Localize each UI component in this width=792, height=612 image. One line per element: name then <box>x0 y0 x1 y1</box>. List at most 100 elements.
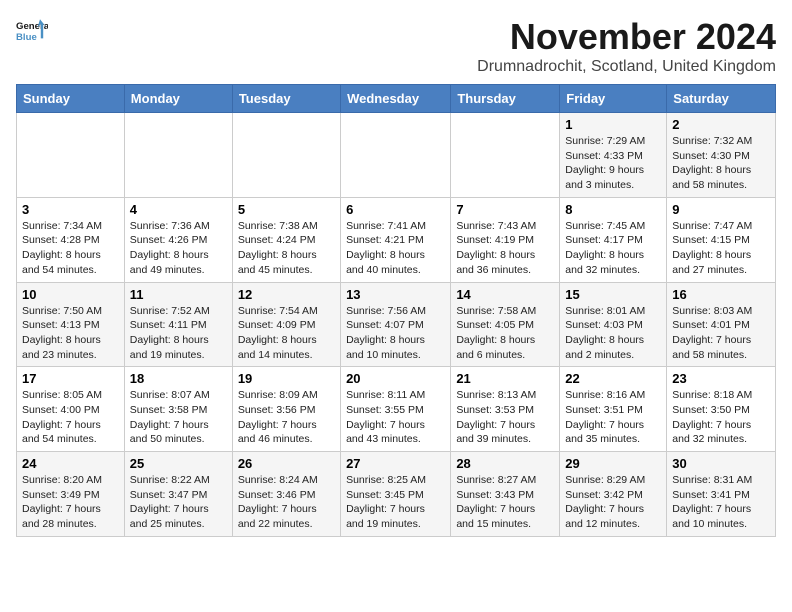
title-area: November 2024 Drumnadrochit, Scotland, U… <box>477 16 776 76</box>
calendar-cell: 11 Sunrise: 7:52 AM Sunset: 4:11 PM Dayli… <box>124 282 232 367</box>
day-info: Sunrise: 7:38 AM Sunset: 4:24 PM Dayligh… <box>238 219 335 278</box>
calendar-cell: 9Sunrise: 7:47 AM Sunset: 4:15 PM Daylig… <box>667 197 776 282</box>
day-number: 29 <box>565 456 661 471</box>
day-header-friday: Friday <box>560 85 667 113</box>
calendar-cell: 15 Sunrise: 8:01 AM Sunset: 4:03 PM Dayli… <box>560 282 667 367</box>
day-number: 24 <box>22 456 119 471</box>
calendar-cell <box>124 113 232 198</box>
day-number: 30 <box>672 456 770 471</box>
day-number: 19 <box>238 371 335 386</box>
calendar-cell: 30 Sunrise: 8:31 AM Sunset: 3:41 PM Dayli… <box>667 452 776 537</box>
day-info: Sunrise: 8:29 AM Sunset: 3:42 PM Dayligh… <box>565 473 661 532</box>
day-info: Sunrise: 8:03 AM Sunset: 4:01 PM Dayligh… <box>672 304 770 363</box>
calendar-cell <box>451 113 560 198</box>
calendar-cell <box>17 113 125 198</box>
calendar-table: SundayMondayTuesdayWednesdayThursdayFrid… <box>16 84 776 537</box>
location-title: Drumnadrochit, Scotland, United Kingdom <box>477 58 776 76</box>
day-number: 27 <box>346 456 445 471</box>
day-number: 7 <box>456 202 554 217</box>
calendar-cell: 10Sunrise: 7:50 AM Sunset: 4:13 PM Dayli… <box>17 282 125 367</box>
day-info: Sunrise: 7:36 AM Sunset: 4:26 PM Dayligh… <box>130 219 227 278</box>
page-header: GeneralBlue November 2024 Drumnadrochit,… <box>16 16 776 76</box>
day-number: 23 <box>672 371 770 386</box>
day-number: 4 <box>130 202 227 217</box>
day-info: Sunrise: 8:22 AM Sunset: 3:47 PM Dayligh… <box>130 473 227 532</box>
calendar-cell: 12 Sunrise: 7:54 AM Sunset: 4:09 PM Dayli… <box>232 282 340 367</box>
day-info: Sunrise: 8:24 AM Sunset: 3:46 PM Dayligh… <box>238 473 335 532</box>
day-number: 15 <box>565 287 661 302</box>
day-number: 6 <box>346 202 445 217</box>
calendar-cell: 5 Sunrise: 7:38 AM Sunset: 4:24 PM Daylig… <box>232 197 340 282</box>
calendar-cell: 18Sunrise: 8:07 AM Sunset: 3:58 PM Dayli… <box>124 367 232 452</box>
day-info: Sunrise: 8:20 AM Sunset: 3:49 PM Dayligh… <box>22 473 119 532</box>
day-number: 5 <box>238 202 335 217</box>
day-number: 12 <box>238 287 335 302</box>
day-info: Sunrise: 7:32 AM Sunset: 4:30 PM Dayligh… <box>672 134 770 193</box>
day-number: 26 <box>238 456 335 471</box>
calendar-cell: 14 Sunrise: 7:58 AM Sunset: 4:05 PM Dayli… <box>451 282 560 367</box>
day-number: 14 <box>456 287 554 302</box>
calendar-cell: 2 Sunrise: 7:32 AM Sunset: 4:30 PM Daylig… <box>667 113 776 198</box>
calendar-cell: 7 Sunrise: 7:43 AM Sunset: 4:19 PM Daylig… <box>451 197 560 282</box>
day-info: Sunrise: 7:52 AM Sunset: 4:11 PM Dayligh… <box>130 304 227 363</box>
calendar-cell: 29 Sunrise: 8:29 AM Sunset: 3:42 PM Dayli… <box>560 452 667 537</box>
calendar-cell: 24 Sunrise: 8:20 AM Sunset: 3:49 PM Dayli… <box>17 452 125 537</box>
day-info: Sunrise: 7:58 AM Sunset: 4:05 PM Dayligh… <box>456 304 554 363</box>
day-number: 16 <box>672 287 770 302</box>
day-number: 17 <box>22 371 119 386</box>
calendar-cell: 1 Sunrise: 7:29 AM Sunset: 4:33 PM Daylig… <box>560 113 667 198</box>
day-info: Sunrise: 8:01 AM Sunset: 4:03 PM Dayligh… <box>565 304 661 363</box>
day-info: Sunrise: 8:16 AM Sunset: 3:51 PM Dayligh… <box>565 388 661 447</box>
calendar-cell <box>232 113 340 198</box>
day-header-sunday: Sunday <box>17 85 125 113</box>
day-number: 3 <box>22 202 119 217</box>
logo-icon: GeneralBlue <box>16 16 48 48</box>
day-info: Sunrise: 8:31 AM Sunset: 3:41 PM Dayligh… <box>672 473 770 532</box>
calendar-week-row: 3 Sunrise: 7:34 AM Sunset: 4:28 PM Daylig… <box>17 197 776 282</box>
calendar-cell: 17 Sunrise: 8:05 AM Sunset: 4:00 PM Dayli… <box>17 367 125 452</box>
day-number: 28 <box>456 456 554 471</box>
calendar-header-row: SundayMondayTuesdayWednesdayThursdayFrid… <box>17 85 776 113</box>
calendar-cell: 19 Sunrise: 8:09 AM Sunset: 3:56 PM Dayli… <box>232 367 340 452</box>
calendar-cell: 6 Sunrise: 7:41 AM Sunset: 4:21 PM Daylig… <box>341 197 451 282</box>
day-number: 22 <box>565 371 661 386</box>
calendar-cell: 23Sunrise: 8:18 AM Sunset: 3:50 PM Dayli… <box>667 367 776 452</box>
calendar-week-row: 1 Sunrise: 7:29 AM Sunset: 4:33 PM Daylig… <box>17 113 776 198</box>
day-info: Sunrise: 7:50 AM Sunset: 4:13 PM Dayligh… <box>22 304 119 363</box>
calendar-cell: 22 Sunrise: 8:16 AM Sunset: 3:51 PM Dayli… <box>560 367 667 452</box>
calendar-week-row: 24 Sunrise: 8:20 AM Sunset: 3:49 PM Dayli… <box>17 452 776 537</box>
day-number: 25 <box>130 456 227 471</box>
day-header-thursday: Thursday <box>451 85 560 113</box>
day-info: Sunrise: 8:05 AM Sunset: 4:00 PM Dayligh… <box>22 388 119 447</box>
day-info: Sunrise: 7:41 AM Sunset: 4:21 PM Dayligh… <box>346 219 445 278</box>
calendar-cell: 25 Sunrise: 8:22 AM Sunset: 3:47 PM Dayli… <box>124 452 232 537</box>
day-number: 18 <box>130 371 227 386</box>
calendar-cell <box>341 113 451 198</box>
calendar-cell: 26 Sunrise: 8:24 AM Sunset: 3:46 PM Dayli… <box>232 452 340 537</box>
day-number: 13 <box>346 287 445 302</box>
svg-text:Blue: Blue <box>16 32 37 43</box>
day-info: Sunrise: 7:43 AM Sunset: 4:19 PM Dayligh… <box>456 219 554 278</box>
day-info: Sunrise: 8:09 AM Sunset: 3:56 PM Dayligh… <box>238 388 335 447</box>
logo: GeneralBlue <box>16 16 48 48</box>
day-info: Sunrise: 7:45 AM Sunset: 4:17 PM Dayligh… <box>565 219 661 278</box>
day-info: Sunrise: 8:11 AM Sunset: 3:55 PM Dayligh… <box>346 388 445 447</box>
day-info: Sunrise: 7:29 AM Sunset: 4:33 PM Dayligh… <box>565 134 661 193</box>
calendar-cell: 27Sunrise: 8:25 AM Sunset: 3:45 PM Dayli… <box>341 452 451 537</box>
day-number: 2 <box>672 117 770 132</box>
calendar-cell: 16 Sunrise: 8:03 AM Sunset: 4:01 PM Dayli… <box>667 282 776 367</box>
day-info: Sunrise: 7:34 AM Sunset: 4:28 PM Dayligh… <box>22 219 119 278</box>
day-header-tuesday: Tuesday <box>232 85 340 113</box>
calendar-week-row: 10Sunrise: 7:50 AM Sunset: 4:13 PM Dayli… <box>17 282 776 367</box>
calendar-cell: 13 Sunrise: 7:56 AM Sunset: 4:07 PM Dayli… <box>341 282 451 367</box>
calendar-cell: 3 Sunrise: 7:34 AM Sunset: 4:28 PM Daylig… <box>17 197 125 282</box>
day-header-saturday: Saturday <box>667 85 776 113</box>
day-info: Sunrise: 7:56 AM Sunset: 4:07 PM Dayligh… <box>346 304 445 363</box>
day-number: 8 <box>565 202 661 217</box>
day-number: 11 <box>130 287 227 302</box>
calendar-cell: 28Sunrise: 8:27 AM Sunset: 3:43 PM Dayli… <box>451 452 560 537</box>
day-info: Sunrise: 7:54 AM Sunset: 4:09 PM Dayligh… <box>238 304 335 363</box>
day-number: 1 <box>565 117 661 132</box>
month-title: November 2024 <box>477 16 776 58</box>
calendar-cell: 21Sunrise: 8:13 AM Sunset: 3:53 PM Dayli… <box>451 367 560 452</box>
